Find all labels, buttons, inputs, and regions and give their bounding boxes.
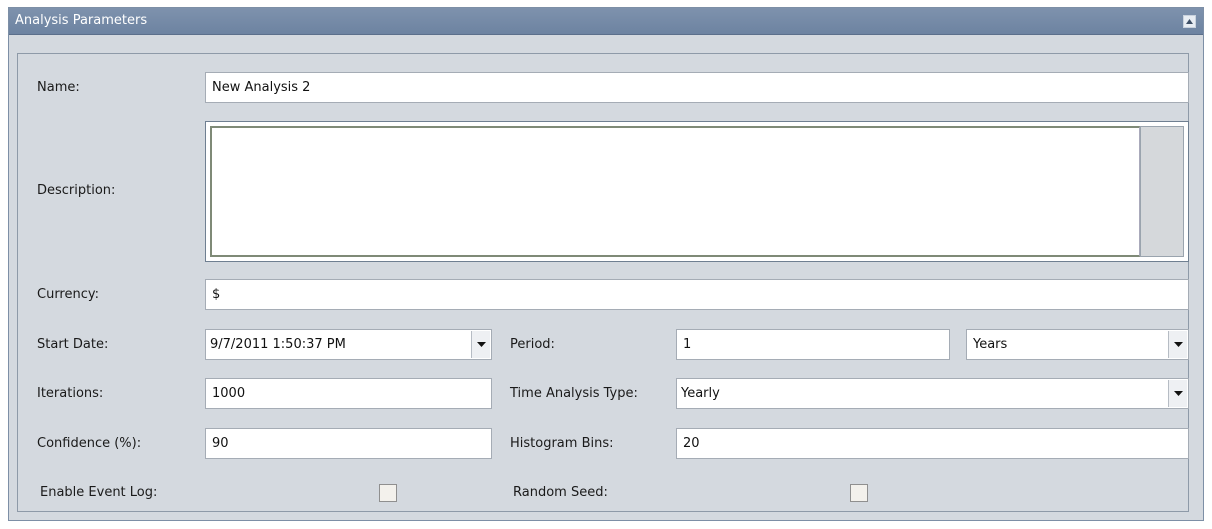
time-analysis-type-value: Yearly (681, 386, 720, 401)
period-unit-dropdown-button[interactable] (1168, 331, 1187, 358)
panel-titlebar: Analysis Parameters (9, 8, 1203, 35)
panel-title: Analysis Parameters (15, 13, 148, 28)
description-box (205, 121, 1189, 262)
random-seed-label: Random Seed: (513, 485, 608, 500)
iterations-label: Iterations: (37, 386, 104, 401)
period-input[interactable] (676, 329, 950, 360)
period-label: Period: (510, 337, 555, 352)
name-input[interactable] (205, 72, 1189, 103)
enable-event-log-label: Enable Event Log: (40, 485, 158, 500)
time-analysis-type-label: Time Analysis Type: (510, 386, 638, 401)
description-label: Description: (37, 183, 116, 198)
confidence-label: Confidence (%): (37, 436, 142, 451)
confidence-input[interactable] (205, 428, 492, 459)
collapse-up-icon (1186, 19, 1193, 24)
start-date-dropdown-button[interactable] (471, 331, 490, 358)
time-analysis-type-dropdown-button[interactable] (1168, 380, 1187, 407)
iterations-input[interactable] (205, 378, 492, 409)
time-analysis-type-select[interactable]: Yearly (676, 378, 1189, 409)
currency-label: Currency: (37, 287, 100, 302)
name-label: Name: (37, 80, 80, 95)
period-unit-value: Years (973, 337, 1008, 352)
description-textarea[interactable] (210, 126, 1140, 257)
currency-input[interactable] (205, 279, 1189, 310)
start-date-label: Start Date: (37, 337, 109, 352)
enable-event-log-checkbox[interactable] (379, 484, 397, 502)
collapse-button[interactable] (1183, 15, 1196, 28)
start-date-value: 9/7/2011 1:50:37 PM (210, 337, 346, 352)
histogram-bins-label: Histogram Bins: (510, 436, 614, 451)
start-date-picker[interactable]: 9/7/2011 1:50:37 PM (205, 329, 492, 360)
chevron-down-icon (1174, 391, 1183, 396)
period-unit-select[interactable]: Years (966, 329, 1189, 360)
description-scrollbar[interactable] (1140, 126, 1184, 257)
random-seed-checkbox[interactable] (850, 484, 868, 502)
histogram-bins-input[interactable] (676, 428, 1189, 459)
chevron-down-icon (477, 342, 486, 347)
chevron-down-icon (1174, 342, 1183, 347)
